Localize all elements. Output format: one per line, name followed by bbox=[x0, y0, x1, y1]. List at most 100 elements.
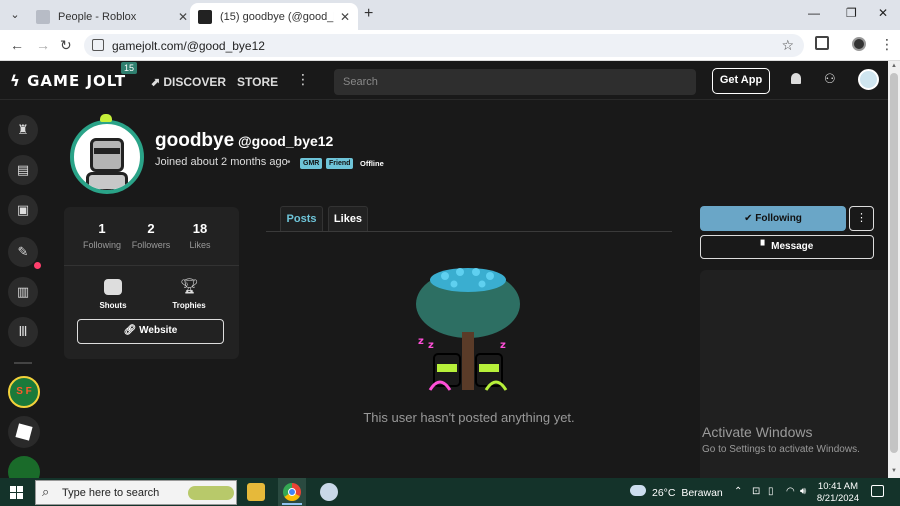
scroll-up-icon[interactable]: ▲ bbox=[891, 63, 897, 69]
stat-value: 1 bbox=[98, 221, 106, 236]
meet-now-icon[interactable]: ⊡ bbox=[752, 486, 760, 497]
svg-text:z: z bbox=[500, 340, 506, 351]
nav-discover[interactable]: ⬈ DISCOVER bbox=[150, 75, 226, 89]
taskbar-search-input[interactable]: ⌕ Type here to search bbox=[35, 480, 237, 505]
forward-icon[interactable]: → bbox=[36, 37, 50, 53]
taskbar-search-placeholder: Type here to search bbox=[62, 487, 160, 499]
avatar-frame-frog-icon bbox=[100, 114, 112, 122]
profile-joined-date: Joined about 2 months ago bbox=[155, 156, 288, 168]
library-icon[interactable]: Ⅲ bbox=[8, 317, 38, 347]
backpack-icon[interactable]: ▣ bbox=[8, 195, 38, 225]
avatar-head bbox=[90, 138, 124, 172]
following-button[interactable]: ✔ Following bbox=[700, 206, 846, 231]
weather-desc: Berawan bbox=[681, 487, 723, 499]
message-icon: ▘ bbox=[760, 241, 772, 252]
gamejolt-favicon-icon bbox=[198, 9, 212, 24]
chrome-taskbar-slot[interactable] bbox=[278, 478, 306, 506]
scroll-down-icon[interactable]: ▼ bbox=[891, 468, 897, 474]
stat-followers[interactable]: 2 Followers bbox=[126, 221, 176, 250]
game-shortcut-roblox[interactable] bbox=[8, 416, 40, 448]
maximize-button[interactable]: ❐ bbox=[846, 6, 857, 20]
tag-friend: Friend bbox=[326, 158, 354, 169]
close-tab-icon[interactable]: ✕ bbox=[340, 10, 350, 24]
tab-underline bbox=[266, 231, 672, 232]
windows-taskbar: ⌕ Type here to search bbox=[0, 478, 900, 506]
following-label: Following bbox=[755, 213, 802, 224]
avatar-body bbox=[86, 172, 128, 190]
file-explorer-icon[interactable] bbox=[247, 483, 265, 501]
tab-title: (15) goodbye (@good_bye12) · bbox=[220, 10, 334, 23]
close-tab-icon[interactable]: ✕ bbox=[178, 10, 188, 24]
empty-state-message: This user hasn't posted anything yet. bbox=[363, 410, 575, 425]
online-status: Offline bbox=[360, 159, 384, 168]
stat-following[interactable]: 1 Following bbox=[77, 221, 127, 250]
shouts-button[interactable]: Shouts bbox=[83, 279, 143, 310]
search-input[interactable]: Search bbox=[334, 69, 696, 95]
compass-icon: ⬈ bbox=[150, 75, 164, 89]
wifi-icon[interactable]: ◠ bbox=[786, 486, 795, 497]
roblox-favicon-icon bbox=[36, 9, 50, 24]
browser-profile-icon[interactable] bbox=[852, 37, 866, 51]
profile-avatar[interactable] bbox=[70, 120, 144, 194]
pinned-app-icon[interactable] bbox=[320, 483, 338, 501]
bookmark-star-icon[interactable]: ☆ bbox=[781, 37, 794, 54]
trophies-button[interactable]: 🏆︎ Trophies bbox=[159, 279, 219, 311]
weather-widget[interactable]: 26°C Berawan bbox=[652, 487, 723, 499]
check-icon: ✔ bbox=[744, 213, 756, 224]
new-tab-button[interactable]: + bbox=[364, 5, 373, 23]
scrollbar-thumb[interactable] bbox=[890, 73, 898, 453]
browser-menu-icon[interactable]: ⋮ bbox=[880, 36, 894, 53]
address-bar[interactable]: gamejolt.com/@good_bye12 ☆ bbox=[84, 34, 804, 57]
nav-store[interactable]: STORE bbox=[237, 75, 278, 89]
site-info-icon[interactable] bbox=[92, 39, 104, 51]
tab-search-chevron-icon[interactable]: ⌄ bbox=[6, 6, 24, 24]
cloud-icon[interactable] bbox=[630, 485, 646, 496]
close-window-button[interactable]: ✕ bbox=[878, 6, 888, 20]
website-button[interactable]: 🔗︎ Website bbox=[77, 319, 224, 344]
friends-icon[interactable]: ⚇ bbox=[824, 71, 836, 87]
tab-posts[interactable]: Posts bbox=[280, 206, 323, 231]
message-label: Message bbox=[771, 241, 814, 252]
game-shortcut-1[interactable]: S F bbox=[8, 376, 40, 408]
reload-icon[interactable]: ↻ bbox=[60, 37, 72, 54]
separator-dot: • bbox=[287, 157, 291, 168]
page-scrollbar[interactable]: ▲ ▼ bbox=[888, 61, 900, 478]
windows-start-icon[interactable] bbox=[10, 486, 23, 499]
logo-text: GAME JOLT bbox=[27, 72, 127, 90]
minimize-button[interactable]: — bbox=[808, 6, 820, 20]
nav-discover-label: DISCOVER bbox=[163, 75, 227, 89]
stat-likes[interactable]: 18 Likes bbox=[175, 221, 225, 250]
search-icon: ⌕ bbox=[42, 484, 50, 499]
left-sidebar: ♜ ▤ ▣ ✎ ▥ Ⅲ S F bbox=[0, 100, 46, 488]
volume-icon[interactable]: 🔊︎ bbox=[800, 486, 806, 497]
gamejolt-logo[interactable]: ϟ GAME JOLT bbox=[10, 72, 126, 90]
tab-likes[interactable]: Likes bbox=[328, 206, 368, 231]
browser-tab-gamejolt[interactable]: (15) goodbye (@good_bye12) · ✕ bbox=[190, 3, 358, 30]
chrome-icon bbox=[283, 483, 301, 501]
message-button[interactable]: ▘ Message bbox=[700, 235, 874, 259]
chat-icon[interactable]: ▥ bbox=[8, 277, 38, 307]
extensions-icon[interactable] bbox=[815, 36, 829, 50]
avatar-visor bbox=[94, 148, 120, 154]
search-placeholder: Search bbox=[343, 76, 378, 88]
activate-windows-title: Activate Windows bbox=[702, 424, 813, 440]
more-menu-icon[interactable]: ⋮ bbox=[296, 71, 310, 88]
home-icon[interactable]: ♜ bbox=[8, 115, 38, 145]
store-icon[interactable]: ▤ bbox=[8, 155, 38, 185]
get-app-button[interactable]: Get App bbox=[712, 68, 770, 94]
bell-icon[interactable] bbox=[791, 73, 801, 84]
user-avatar[interactable] bbox=[858, 69, 879, 90]
sleeping-tree-illustration: z z z bbox=[416, 268, 520, 391]
tray-chevron-icon[interactable]: ⌃ bbox=[734, 486, 742, 497]
taskbar-clock[interactable]: 10:41 AM 8/21/2024 bbox=[810, 481, 866, 505]
more-options-icon[interactable]: ⋮ bbox=[849, 206, 874, 231]
svg-text:z: z bbox=[428, 340, 434, 351]
active-app-indicator bbox=[282, 503, 302, 505]
rail-divider bbox=[14, 362, 32, 364]
device-icon[interactable]: ▯ bbox=[768, 486, 774, 497]
notification-center-icon[interactable] bbox=[871, 485, 884, 497]
quests-icon[interactable]: ✎ bbox=[8, 237, 38, 267]
browser-tab-roblox[interactable]: People - Roblox ✕ bbox=[28, 3, 196, 30]
clock-time: 10:41 AM bbox=[817, 481, 859, 492]
back-icon[interactable]: ← bbox=[10, 37, 24, 53]
